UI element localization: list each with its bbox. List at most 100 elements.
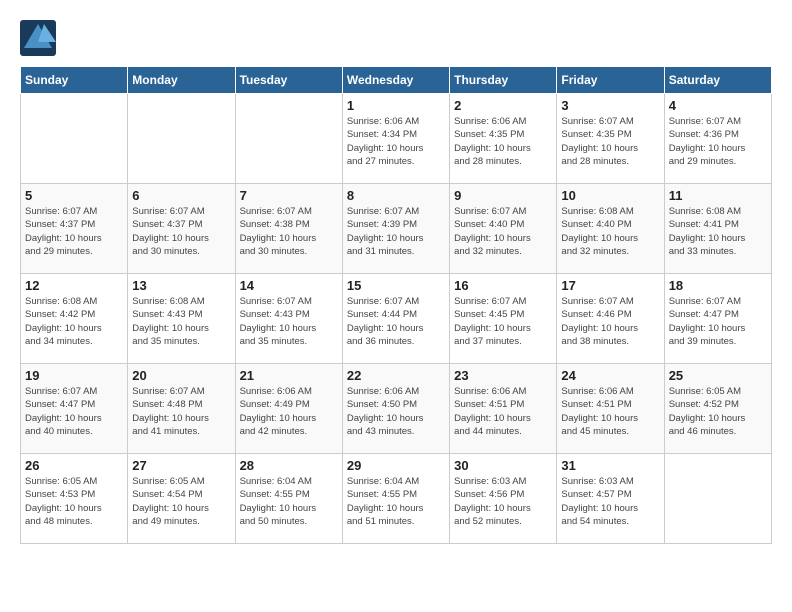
day-number: 18 (669, 278, 767, 293)
day-info: Sunrise: 6:08 AM Sunset: 4:43 PM Dayligh… (132, 295, 230, 348)
day-info: Sunrise: 6:07 AM Sunset: 4:35 PM Dayligh… (561, 115, 659, 168)
day-number: 3 (561, 98, 659, 113)
day-number: 4 (669, 98, 767, 113)
day-info: Sunrise: 6:07 AM Sunset: 4:38 PM Dayligh… (240, 205, 338, 258)
calendar-cell: 25 Sunrise: 6:05 AM Sunset: 4:52 PM Dayli… (664, 364, 771, 454)
calendar-week-row: 26 Sunrise: 6:05 AM Sunset: 4:53 PM Dayli… (21, 454, 772, 544)
calendar-cell: 28 Sunrise: 6:04 AM Sunset: 4:55 PM Dayli… (235, 454, 342, 544)
calendar-cell: 18 Sunrise: 6:07 AM Sunset: 4:47 PM Dayli… (664, 274, 771, 364)
day-number: 15 (347, 278, 445, 293)
day-header-saturday: Saturday (664, 67, 771, 94)
day-number: 10 (561, 188, 659, 203)
day-number: 29 (347, 458, 445, 473)
calendar-cell: 31Sunrise: 6:03 AM Sunset: 4:57 PM Dayli… (557, 454, 664, 544)
day-info: Sunrise: 6:08 AM Sunset: 4:40 PM Dayligh… (561, 205, 659, 258)
calendar-cell (21, 94, 128, 184)
day-number: 6 (132, 188, 230, 203)
day-number: 5 (25, 188, 123, 203)
logo (20, 20, 60, 56)
day-number: 14 (240, 278, 338, 293)
logo-icon (20, 20, 56, 56)
day-number: 28 (240, 458, 338, 473)
day-number: 30 (454, 458, 552, 473)
day-number: 7 (240, 188, 338, 203)
day-number: 12 (25, 278, 123, 293)
day-info: Sunrise: 6:06 AM Sunset: 4:50 PM Dayligh… (347, 385, 445, 438)
calendar-week-row: 19Sunrise: 6:07 AM Sunset: 4:47 PM Dayli… (21, 364, 772, 454)
day-info: Sunrise: 6:07 AM Sunset: 4:37 PM Dayligh… (132, 205, 230, 258)
calendar-cell: 3 Sunrise: 6:07 AM Sunset: 4:35 PM Daylig… (557, 94, 664, 184)
calendar-cell: 8 Sunrise: 6:07 AM Sunset: 4:39 PM Daylig… (342, 184, 449, 274)
day-number: 26 (25, 458, 123, 473)
day-info: Sunrise: 6:06 AM Sunset: 4:51 PM Dayligh… (561, 385, 659, 438)
calendar-cell: 9Sunrise: 6:07 AM Sunset: 4:40 PM Daylig… (450, 184, 557, 274)
day-info: Sunrise: 6:04 AM Sunset: 4:55 PM Dayligh… (347, 475, 445, 528)
calendar-cell: 12Sunrise: 6:08 AM Sunset: 4:42 PM Dayli… (21, 274, 128, 364)
day-info: Sunrise: 6:07 AM Sunset: 4:43 PM Dayligh… (240, 295, 338, 348)
day-number: 22 (347, 368, 445, 383)
calendar-cell: 14 Sunrise: 6:07 AM Sunset: 4:43 PM Dayli… (235, 274, 342, 364)
calendar-cell (128, 94, 235, 184)
calendar-week-row: 1Sunrise: 6:06 AM Sunset: 4:34 PM Daylig… (21, 94, 772, 184)
calendar-cell: 23 Sunrise: 6:06 AM Sunset: 4:51 PM Dayli… (450, 364, 557, 454)
day-info: Sunrise: 6:04 AM Sunset: 4:55 PM Dayligh… (240, 475, 338, 528)
day-info: Sunrise: 6:05 AM Sunset: 4:53 PM Dayligh… (25, 475, 123, 528)
day-info: Sunrise: 6:05 AM Sunset: 4:54 PM Dayligh… (132, 475, 230, 528)
day-number: 11 (669, 188, 767, 203)
calendar-cell: 6 Sunrise: 6:07 AM Sunset: 4:37 PM Daylig… (128, 184, 235, 274)
day-info: Sunrise: 6:06 AM Sunset: 4:49 PM Dayligh… (240, 385, 338, 438)
calendar-cell: 24 Sunrise: 6:06 AM Sunset: 4:51 PM Dayli… (557, 364, 664, 454)
day-info: Sunrise: 6:07 AM Sunset: 4:47 PM Dayligh… (25, 385, 123, 438)
calendar-cell: 5 Sunrise: 6:07 AM Sunset: 4:37 PM Daylig… (21, 184, 128, 274)
calendar-cell: 19Sunrise: 6:07 AM Sunset: 4:47 PM Dayli… (21, 364, 128, 454)
day-info: Sunrise: 6:07 AM Sunset: 4:40 PM Dayligh… (454, 205, 552, 258)
day-info: Sunrise: 6:08 AM Sunset: 4:41 PM Dayligh… (669, 205, 767, 258)
day-info: Sunrise: 6:03 AM Sunset: 4:57 PM Dayligh… (561, 475, 659, 528)
calendar-cell: 20 Sunrise: 6:07 AM Sunset: 4:48 PM Dayli… (128, 364, 235, 454)
day-info: Sunrise: 6:07 AM Sunset: 4:47 PM Dayligh… (669, 295, 767, 348)
day-header-tuesday: Tuesday (235, 67, 342, 94)
calendar-cell: 4 Sunrise: 6:07 AM Sunset: 4:36 PM Daylig… (664, 94, 771, 184)
calendar-header-row: SundayMondayTuesdayWednesdayThursdayFrid… (21, 67, 772, 94)
day-info: Sunrise: 6:06 AM Sunset: 4:51 PM Dayligh… (454, 385, 552, 438)
day-info: Sunrise: 6:06 AM Sunset: 4:34 PM Dayligh… (347, 115, 445, 168)
day-info: Sunrise: 6:06 AM Sunset: 4:35 PM Dayligh… (454, 115, 552, 168)
day-number: 2 (454, 98, 552, 113)
calendar-week-row: 5 Sunrise: 6:07 AM Sunset: 4:37 PM Daylig… (21, 184, 772, 274)
day-number: 23 (454, 368, 552, 383)
day-info: Sunrise: 6:03 AM Sunset: 4:56 PM Dayligh… (454, 475, 552, 528)
day-header-thursday: Thursday (450, 67, 557, 94)
calendar-cell: 11 Sunrise: 6:08 AM Sunset: 4:41 PM Dayli… (664, 184, 771, 274)
calendar-cell: 7 Sunrise: 6:07 AM Sunset: 4:38 PM Daylig… (235, 184, 342, 274)
calendar-cell: 27 Sunrise: 6:05 AM Sunset: 4:54 PM Dayli… (128, 454, 235, 544)
calendar-week-row: 12Sunrise: 6:08 AM Sunset: 4:42 PM Dayli… (21, 274, 772, 364)
day-info: Sunrise: 6:05 AM Sunset: 4:52 PM Dayligh… (669, 385, 767, 438)
day-info: Sunrise: 6:07 AM Sunset: 4:36 PM Dayligh… (669, 115, 767, 168)
day-info: Sunrise: 6:07 AM Sunset: 4:48 PM Dayligh… (132, 385, 230, 438)
calendar-cell (664, 454, 771, 544)
calendar-cell: 15 Sunrise: 6:07 AM Sunset: 4:44 PM Dayli… (342, 274, 449, 364)
calendar-cell: 30 Sunrise: 6:03 AM Sunset: 4:56 PM Dayli… (450, 454, 557, 544)
day-number: 17 (561, 278, 659, 293)
day-number: 25 (669, 368, 767, 383)
day-header-sunday: Sunday (21, 67, 128, 94)
day-number: 8 (347, 188, 445, 203)
page-header (20, 20, 772, 56)
day-info: Sunrise: 6:07 AM Sunset: 4:46 PM Dayligh… (561, 295, 659, 348)
calendar-cell: 17 Sunrise: 6:07 AM Sunset: 4:46 PM Dayli… (557, 274, 664, 364)
day-number: 27 (132, 458, 230, 473)
day-number: 24 (561, 368, 659, 383)
day-info: Sunrise: 6:07 AM Sunset: 4:39 PM Dayligh… (347, 205, 445, 258)
day-info: Sunrise: 6:07 AM Sunset: 4:37 PM Dayligh… (25, 205, 123, 258)
calendar-cell: 10 Sunrise: 6:08 AM Sunset: 4:40 PM Dayli… (557, 184, 664, 274)
day-header-friday: Friday (557, 67, 664, 94)
calendar-cell (235, 94, 342, 184)
calendar-table: SundayMondayTuesdayWednesdayThursdayFrid… (20, 66, 772, 544)
day-number: 21 (240, 368, 338, 383)
day-info: Sunrise: 6:07 AM Sunset: 4:44 PM Dayligh… (347, 295, 445, 348)
day-number: 16 (454, 278, 552, 293)
day-info: Sunrise: 6:07 AM Sunset: 4:45 PM Dayligh… (454, 295, 552, 348)
calendar-cell: 2 Sunrise: 6:06 AM Sunset: 4:35 PM Daylig… (450, 94, 557, 184)
day-number: 13 (132, 278, 230, 293)
day-number: 20 (132, 368, 230, 383)
